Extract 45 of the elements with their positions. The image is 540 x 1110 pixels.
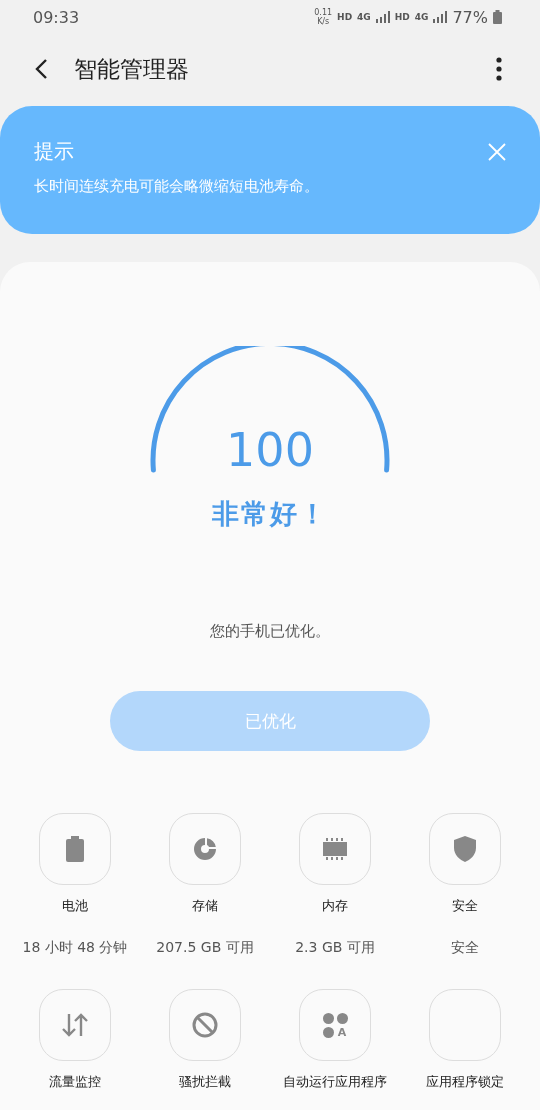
battery-icon	[493, 10, 502, 24]
feature-button[interactable]	[169, 989, 241, 1061]
battery-icon	[66, 836, 84, 862]
signal-icon	[375, 11, 390, 23]
block-icon	[192, 1012, 218, 1038]
score-rating: 非常好！	[212, 497, 328, 531]
feature-value: 18 小时 48 分钟	[22, 939, 128, 957]
feature-label: 应用程序锁定	[426, 1073, 504, 1091]
network-type: 4G	[414, 12, 429, 22]
page-title: 智能管理器	[74, 54, 190, 84]
score-value: 100	[225, 422, 315, 478]
feature-label: 电池	[62, 897, 88, 915]
close-icon[interactable]	[488, 142, 506, 161]
feature-label: 存储	[192, 897, 218, 915]
feature-label: 骚扰拦截	[179, 1073, 231, 1091]
back-icon[interactable]	[34, 58, 48, 80]
feature-button[interactable]: A	[299, 989, 371, 1061]
status-time: 09:33	[33, 7, 80, 27]
feature-value: 2.3 GB 可用	[295, 939, 375, 957]
more-options-icon[interactable]	[496, 57, 502, 81]
speed-unit: K/s	[317, 17, 330, 26]
feature-label: 安全	[452, 897, 478, 915]
shield-icon	[454, 836, 476, 862]
signal-icon	[433, 11, 448, 23]
tip-title: 提示	[34, 138, 74, 165]
pie-chart-icon	[193, 837, 217, 861]
feature-button[interactable]	[429, 813, 501, 885]
status-message: 您的手机已优化。	[210, 622, 330, 641]
tip-text: 长时间连续充电可能会略微缩短电池寿命。	[34, 177, 320, 196]
feature-button[interactable]	[169, 813, 241, 885]
feature-value: 207.5 GB 可用	[156, 939, 254, 957]
up-down-arrows-icon	[61, 1013, 89, 1037]
feature-label: 自动运行应用程序	[283, 1073, 387, 1091]
hd-label: HD	[394, 12, 410, 22]
feature-label: 流量监控	[49, 1073, 101, 1091]
feature-button[interactable]	[39, 813, 111, 885]
memory-chip-icon	[323, 838, 347, 860]
feature-button[interactable]	[299, 813, 371, 885]
network-speed: 0.11	[314, 8, 333, 17]
feature-label: 内存	[322, 897, 348, 915]
battery-percent: 77%	[452, 7, 488, 27]
feature-button[interactable]	[39, 989, 111, 1061]
hd-label: HD	[337, 12, 353, 22]
network-type: 4G	[357, 12, 371, 22]
feature-value: 安全	[451, 939, 479, 957]
